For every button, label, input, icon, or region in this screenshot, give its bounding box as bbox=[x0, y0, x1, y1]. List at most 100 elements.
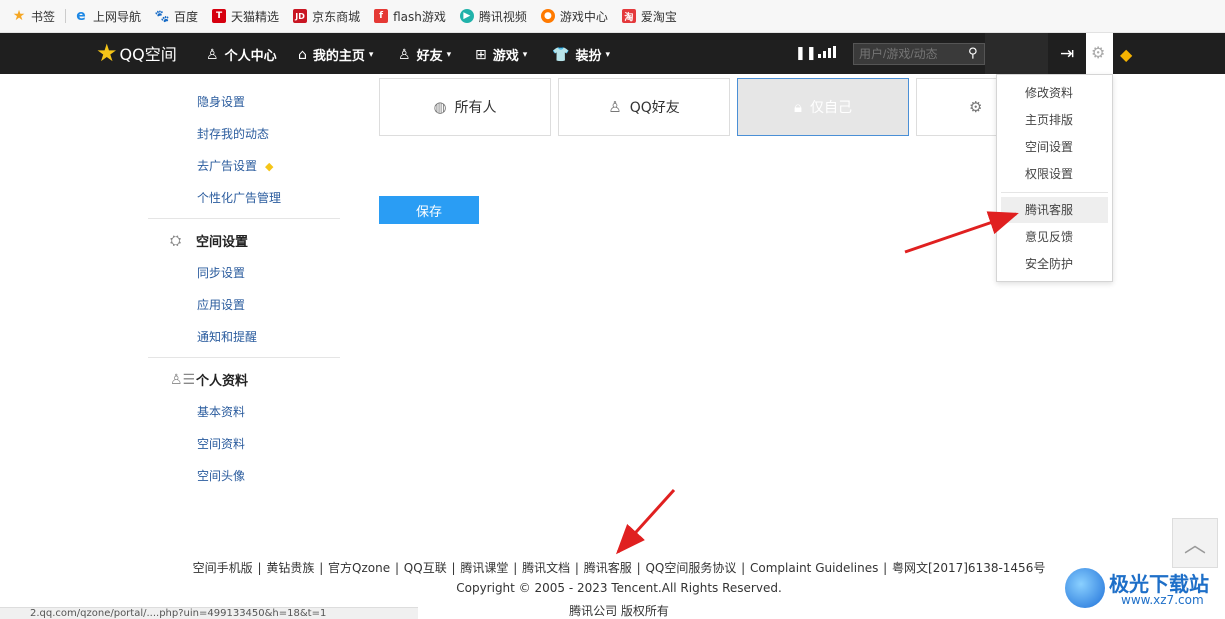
bookmark-baidu[interactable]: 🐾 百度 bbox=[155, 8, 198, 25]
bookmark-jd[interactable]: JD 京东商城 bbox=[293, 8, 360, 25]
status-bar-url: 2.qq.com/qzone/portal/....php?uin=499133… bbox=[0, 607, 418, 619]
nav-games[interactable]: ⊞ 游戏 ▾ bbox=[475, 45, 527, 65]
lock-icon: 🔒︎ bbox=[794, 98, 802, 116]
home-icon: ⌂ bbox=[298, 46, 307, 63]
watermark-logo: 极光下载站 www.xz7.com bbox=[1065, 566, 1220, 612]
footer-link[interactable]: QQ空间服务协议 bbox=[645, 561, 736, 575]
gear-icon: ⚙ bbox=[1091, 43, 1106, 62]
sidebar-item-personalized-ads[interactable]: 个性化广告管理 bbox=[197, 189, 281, 206]
sidebar-item-app-settings[interactable]: 应用设置 bbox=[197, 296, 245, 313]
bookmark-separator bbox=[65, 9, 67, 23]
footer-link[interactable]: 粤网文[2017]6138-1456号 bbox=[892, 561, 1045, 575]
permission-only-me[interactable]: 🔒︎ 仅自己 bbox=[737, 78, 909, 136]
chevron-down-icon: ▾ bbox=[446, 49, 452, 60]
bookmark-label: 京东商城 bbox=[312, 9, 361, 24]
friends-icon: ♙ bbox=[398, 46, 411, 63]
sidebar-item-archive-feeds[interactable]: 封存我的动态 bbox=[197, 125, 269, 142]
settings-button[interactable]: ⚙ bbox=[1086, 33, 1113, 74]
bookmark-game-center[interactable]: ● 游戏中心 bbox=[540, 8, 608, 25]
footer-link[interactable]: 腾讯课堂 bbox=[460, 561, 508, 575]
gear-icon: ⚙ bbox=[969, 98, 983, 116]
jd-icon: JD bbox=[293, 9, 308, 23]
sidebar-section-profile: ♙☰ 个人资料 bbox=[170, 370, 248, 390]
pause-icon[interactable]: ❚❚ bbox=[795, 46, 817, 61]
sidebar-item-space-avatar[interactable]: 空间头像 bbox=[197, 467, 245, 484]
bookmark-label: flash游戏 bbox=[393, 9, 446, 24]
logo-text: QQ空间 bbox=[119, 45, 177, 64]
chevron-up-icon: ︿ bbox=[1183, 533, 1206, 558]
nav-label: 个人中心 bbox=[224, 49, 277, 64]
nav-dress-up[interactable]: 👕 装扮 ▾ bbox=[552, 45, 610, 65]
nav-my-home[interactable]: ⌂ 我的主页 ▾ bbox=[298, 45, 373, 65]
baidu-paw-icon: 🐾 bbox=[154, 9, 170, 23]
section-title: 空间设置 bbox=[196, 235, 249, 250]
nav-friends[interactable]: ♙ 好友 ▾ bbox=[398, 45, 452, 65]
bookmark-label: 天猫精选 bbox=[231, 9, 280, 24]
menu-item-feedback[interactable]: 意见反馈 bbox=[1001, 224, 1108, 250]
bookmarks-bar: ★ 书签 e 上网导航 🐾 百度 T 天猫精选 JD 京东商城 f flash游… bbox=[0, 0, 1225, 33]
permission-label: 所有人 bbox=[454, 100, 497, 116]
menu-item-edit-profile[interactable]: 修改资料 bbox=[1001, 80, 1108, 106]
permission-custom[interactable]: ⚙ bbox=[916, 78, 1006, 136]
sidebar-item-basic-info[interactable]: 基本资料 bbox=[197, 403, 245, 420]
bookmark-taobao[interactable]: 淘 爱淘宝 bbox=[621, 8, 677, 25]
watermark-circle-icon bbox=[1065, 568, 1105, 608]
game-center-icon: ● bbox=[540, 9, 555, 23]
sidebar-item-space-info[interactable]: 空间资料 bbox=[197, 435, 245, 452]
bookmark-folder[interactable]: ★ 书签 bbox=[12, 8, 55, 25]
menu-item-space-settings[interactable]: 空间设置 bbox=[1001, 134, 1108, 160]
sidebar-item-sync[interactable]: 同步设置 bbox=[197, 264, 245, 281]
friends-icon: ♙ bbox=[608, 98, 622, 116]
settings-dropdown-menu: 修改资料 主页排版 空间设置 权限设置 腾讯客服 意见反馈 安全防护 bbox=[996, 74, 1113, 282]
profile-list-icon: ♙☰ bbox=[170, 371, 196, 388]
avatar[interactable] bbox=[985, 33, 1048, 74]
bookmark-label: 上网导航 bbox=[93, 9, 142, 24]
sidebar-item-label: 去广告设置 bbox=[197, 159, 258, 173]
permission-qq-friends[interactable]: ♙ QQ好友 bbox=[558, 78, 730, 136]
qzone-logo[interactable]: ★ QQ空间 bbox=[96, 41, 177, 65]
search-icon[interactable]: ⚲ bbox=[968, 46, 978, 61]
save-button[interactable]: 保存 bbox=[379, 196, 479, 224]
diamond-icon[interactable]: ◆ bbox=[1120, 45, 1132, 64]
qzone-top-nav: ★ QQ空间 ♙ 个人中心 ⌂ 我的主页 ▾ ♙ 好友 ▾ ⊞ 游戏 ▾ 👕 装… bbox=[0, 33, 1225, 74]
bookmark-label: 百度 bbox=[174, 9, 199, 24]
back-to-top-button[interactable]: ︿ bbox=[1172, 518, 1218, 568]
bookmark-label: 书签 bbox=[31, 9, 56, 24]
watermark-url: www.xz7.com bbox=[1121, 593, 1204, 607]
taobao-icon: 淘 bbox=[621, 9, 636, 23]
signal-icon[interactable] bbox=[818, 46, 836, 58]
search-input[interactable] bbox=[853, 43, 985, 65]
person-icon: ♙ bbox=[206, 46, 219, 63]
menu-item-home-layout[interactable]: 主页排版 bbox=[1001, 107, 1108, 133]
puzzle-icon: ⛭ bbox=[170, 232, 182, 249]
nav-personal-center[interactable]: ♙ 个人中心 bbox=[206, 45, 277, 65]
sidebar-item-stealth[interactable]: 隐身设置 bbox=[197, 93, 245, 110]
footer-link[interactable]: Complaint Guidelines bbox=[750, 561, 878, 575]
logout-icon[interactable]: ⇥ bbox=[1060, 44, 1074, 64]
permission-label: QQ好友 bbox=[629, 100, 680, 116]
footer-link[interactable]: 官方Qzone bbox=[328, 561, 390, 575]
permission-everyone[interactable]: ◍ 所有人 bbox=[379, 78, 551, 136]
tencent-video-icon: ▶ bbox=[459, 9, 474, 23]
sidebar-section-space-settings: ⛭ 空间设置 bbox=[170, 231, 249, 251]
menu-item-permission-settings[interactable]: 权限设置 bbox=[1001, 161, 1108, 187]
bookmark-tencent-video[interactable]: ▶ 腾讯视频 bbox=[459, 8, 527, 25]
footer-link[interactable]: 黄钻贵族 bbox=[266, 561, 314, 575]
sidebar-item-remove-ads[interactable]: 去广告设置 ◆ bbox=[197, 157, 273, 174]
sidebar-item-notifications[interactable]: 通知和提醒 bbox=[197, 328, 257, 345]
bookmark-nav[interactable]: e 上网导航 bbox=[74, 8, 141, 25]
nav-label: 我的主页 bbox=[312, 49, 365, 64]
footer-link-customer-service[interactable]: 腾讯客服 bbox=[584, 561, 632, 575]
footer-link[interactable]: 空间手机版 bbox=[193, 561, 253, 575]
ie-icon: e bbox=[76, 8, 86, 24]
footer-link[interactable]: 腾讯文档 bbox=[522, 561, 570, 575]
copyright-text: Copyright © 2005 - 2023 Tencent.All Righ… bbox=[456, 581, 782, 595]
menu-item-customer-service[interactable]: 腾讯客服 bbox=[1001, 197, 1108, 223]
diamond-icon: ◆ bbox=[265, 160, 274, 173]
footer-link[interactable]: QQ互联 bbox=[404, 561, 447, 575]
menu-item-security[interactable]: 安全防护 bbox=[1001, 251, 1108, 277]
qzone-star-icon: ★ bbox=[96, 39, 118, 67]
permission-label: 仅自己 bbox=[809, 100, 852, 116]
bookmark-flash[interactable]: f flash游戏 bbox=[374, 8, 446, 25]
bookmark-tmall[interactable]: T 天猫精选 bbox=[212, 8, 279, 25]
